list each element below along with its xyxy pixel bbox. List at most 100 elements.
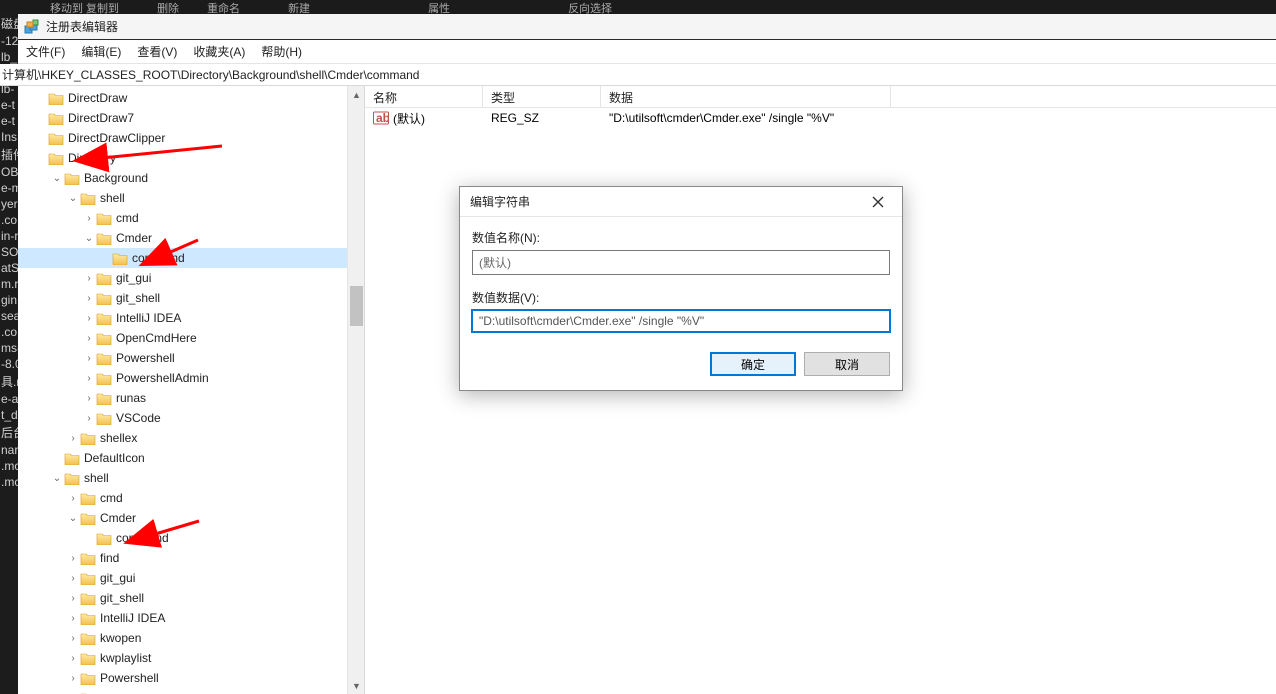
tree-label: Powershell — [116, 351, 175, 365]
chevron-right-icon[interactable]: › — [66, 673, 80, 684]
chevron-right-icon[interactable]: › — [82, 393, 96, 404]
menu-help[interactable]: 帮助(H) — [261, 43, 302, 60]
tree-item-cmder[interactable]: ⌄Cmder — [18, 228, 364, 248]
chevron-down-icon[interactable]: ⌄ — [82, 233, 96, 244]
tree-item-directdraw[interactable]: DirectDraw — [18, 88, 364, 108]
tree-item-git_shell[interactable]: ›git_shell — [18, 288, 364, 308]
chevron-right-icon[interactable]: › — [82, 293, 96, 304]
folder-icon — [96, 331, 112, 345]
chevron-right-icon[interactable]: › — [82, 353, 96, 364]
folder-icon — [112, 251, 128, 265]
tree-label: PowershellAdmin — [116, 371, 209, 385]
regedit-icon — [24, 19, 40, 35]
tree-item-git_gui[interactable]: ›git_gui — [18, 268, 364, 288]
tree-item-intellij-idea[interactable]: › IntelliJ IDEA — [18, 308, 364, 328]
folder-icon — [64, 171, 80, 185]
chevron-right-icon[interactable]: › — [66, 653, 80, 664]
chevron-right-icon[interactable]: › — [66, 493, 80, 504]
col-name[interactable]: 名称 — [365, 86, 483, 107]
tree-item-cmder[interactable]: ⌄Cmder — [18, 508, 364, 528]
tree-item-command[interactable]: command — [18, 528, 364, 548]
menu-edit[interactable]: 编辑(E) — [81, 43, 121, 60]
tree-label: Directory — [68, 151, 116, 165]
value-name-label: 数值名称(N): — [472, 229, 890, 246]
address-bar[interactable]: 计算机\HKEY_CLASSES_ROOT\Directory\Backgrou… — [0, 64, 1276, 86]
chevron-right-icon[interactable]: › — [66, 593, 80, 604]
tree-item-runas[interactable]: › runas — [18, 388, 364, 408]
chevron-right-icon[interactable]: › — [66, 433, 80, 444]
tree-item-vscode[interactable]: ›VSCode — [18, 408, 364, 428]
tree-item-git_gui[interactable]: ›git_gui — [18, 568, 364, 588]
folder-icon — [80, 591, 96, 605]
tree-label: runas — [116, 391, 146, 405]
cancel-button[interactable]: 取消 — [804, 352, 890, 376]
tree-item-shellex[interactable]: ›shellex — [18, 428, 364, 448]
chevron-down-icon[interactable]: ⌄ — [50, 473, 64, 484]
col-type[interactable]: 类型 — [483, 86, 601, 107]
tree-item-shell[interactable]: ⌄shell — [18, 188, 364, 208]
tree-label: kwplaylist — [100, 651, 151, 665]
ok-button[interactable]: 确定 — [710, 352, 796, 376]
folder-icon — [80, 611, 96, 625]
tree-item-directory[interactable]: Directory — [18, 148, 364, 168]
menu-file[interactable]: 文件(F) — [26, 43, 65, 60]
menu-view[interactable]: 查看(V) — [137, 43, 177, 60]
tree-item-powershelladmin[interactable]: › PowershellAdmin — [18, 368, 364, 388]
address-text: 计算机\HKEY_CLASSES_ROOT\Directory\Backgrou… — [2, 66, 419, 83]
scroll-thumb[interactable] — [350, 286, 363, 326]
tree-scrollbar[interactable]: ▲ ▼ — [347, 86, 364, 694]
chevron-right-icon[interactable]: › — [82, 213, 96, 224]
folder-icon — [96, 231, 112, 245]
scroll-down-icon[interactable]: ▼ — [348, 677, 365, 694]
tree-item-opencmdhere[interactable]: › OpenCmdHere — [18, 328, 364, 348]
tree-label: Background — [84, 171, 148, 185]
scroll-up-icon[interactable]: ▲ — [348, 86, 365, 103]
tree-label: IntelliJ IDEA — [116, 311, 181, 325]
list-header: 名称 类型 数据 — [365, 86, 1276, 108]
tree-label: cmd — [116, 211, 139, 225]
tree-item-intellij-idea[interactable]: ›IntelliJ IDEA — [18, 608, 364, 628]
tree-label: OpenCmdHere — [116, 331, 197, 345]
tree-item-command[interactable]: command — [18, 248, 364, 268]
chevron-right-icon[interactable]: › — [82, 333, 96, 344]
col-data[interactable]: 数据 — [601, 86, 891, 107]
chevron-right-icon[interactable]: › — [66, 573, 80, 584]
tree-item-kwopen[interactable]: › kwopen — [18, 628, 364, 648]
tree-item-find[interactable]: ›find — [18, 548, 364, 568]
chevron-right-icon[interactable]: › — [66, 553, 80, 564]
chevron-right-icon[interactable]: › — [82, 313, 96, 324]
list-row-default[interactable]: (默认) REG_SZ "D:\utilsoft\cmder\Cmder.exe… — [365, 108, 1276, 128]
folder-icon — [96, 211, 112, 225]
chevron-right-icon[interactable]: › — [66, 613, 80, 624]
tree-item-powershell[interactable]: ›Powershell — [18, 668, 364, 688]
tree-item-shell[interactable]: ⌄shell — [18, 468, 364, 488]
tree-item-powershell[interactable]: › Powershell — [18, 348, 364, 368]
folder-icon — [96, 271, 112, 285]
menu-favorites[interactable]: 收藏夹(A) — [193, 43, 245, 60]
chevron-right-icon[interactable]: › — [82, 413, 96, 424]
tree-item-cmd[interactable]: ›cmd — [18, 488, 364, 508]
folder-icon — [80, 511, 96, 525]
tree-item-kwplaylist[interactable]: › kwplaylist — [18, 648, 364, 668]
edit-string-dialog: 编辑字符串 数值名称(N): (默认) 数值数据(V): 确定 取消 — [459, 186, 903, 391]
folder-icon — [96, 351, 112, 365]
tree-item-cmd[interactable]: › cmd — [18, 208, 364, 228]
tree-label: kwopen — [100, 631, 141, 645]
chevron-down-icon[interactable]: ⌄ — [50, 173, 64, 184]
tree-item-directdrawclipper[interactable]: DirectDrawClipper — [18, 128, 364, 148]
chevron-right-icon[interactable]: › — [82, 273, 96, 284]
tree-item-git_shell[interactable]: ›git_shell — [18, 588, 364, 608]
chevron-right-icon[interactable]: › — [66, 633, 80, 644]
dialog-titlebar[interactable]: 编辑字符串 — [460, 187, 902, 217]
tree-item-directdraw7[interactable]: DirectDraw7 — [18, 108, 364, 128]
value-data-field[interactable] — [472, 310, 890, 332]
chevron-down-icon[interactable]: ⌄ — [66, 513, 80, 524]
tree-item-item[interactable]: › — [18, 688, 364, 694]
close-icon[interactable] — [858, 188, 898, 216]
tree-item-defaulticon[interactable]: DefaultIcon — [18, 448, 364, 468]
tree-item-background[interactable]: ⌄ Background — [18, 168, 364, 188]
folder-icon — [80, 431, 96, 445]
chevron-down-icon[interactable]: ⌄ — [66, 193, 80, 204]
chevron-right-icon[interactable]: › — [82, 373, 96, 384]
folder-icon — [80, 191, 96, 205]
